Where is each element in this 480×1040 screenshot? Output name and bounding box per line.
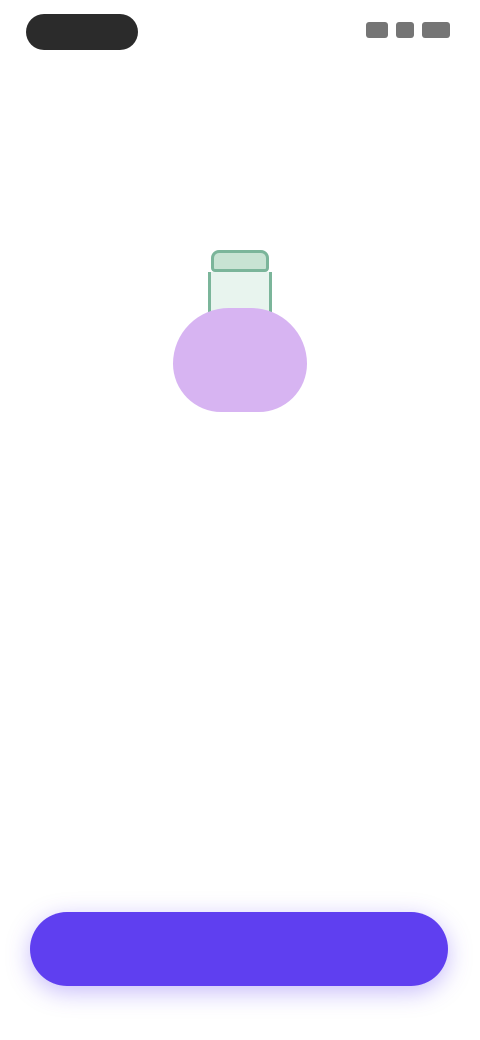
jar-lid-icon bbox=[211, 250, 269, 272]
primary-button[interactable] bbox=[30, 912, 448, 986]
battery-icon bbox=[422, 22, 450, 38]
screen bbox=[0, 0, 480, 1040]
wifi-icon bbox=[396, 22, 414, 38]
status-bar bbox=[0, 0, 480, 64]
status-pill bbox=[26, 14, 138, 50]
status-icons bbox=[366, 22, 450, 38]
signal-icon bbox=[366, 22, 388, 38]
jar-neck-icon bbox=[208, 272, 272, 312]
jar-icon bbox=[173, 308, 307, 412]
hero bbox=[0, 230, 480, 478]
